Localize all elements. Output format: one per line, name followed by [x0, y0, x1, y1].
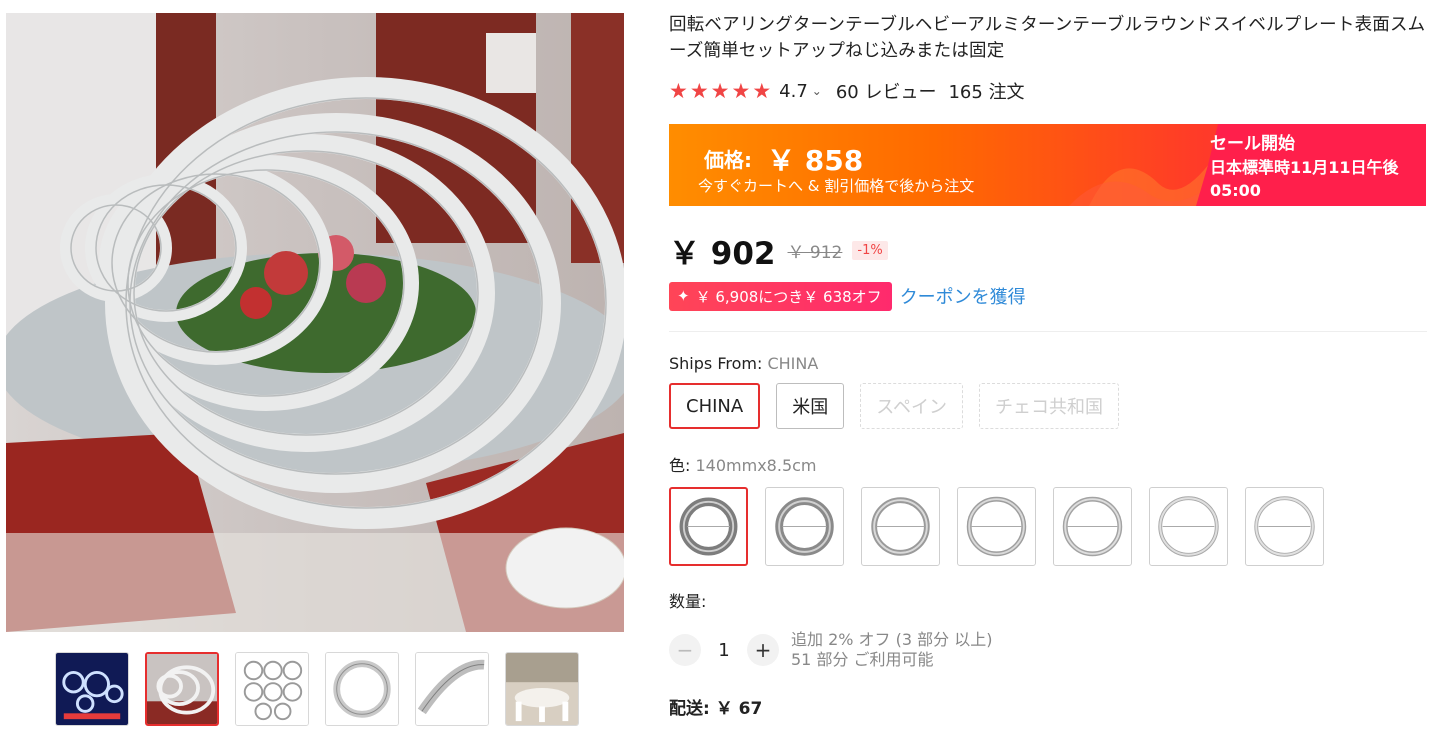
promo-wave-decoration: [1069, 164, 1219, 206]
color-swatch[interactable]: [1053, 487, 1132, 566]
quantity-plus-button[interactable]: +: [747, 634, 779, 666]
chevron-down-icon[interactable]: ⌄: [812, 84, 822, 98]
availability-text: 51 部分 ご利用可能: [791, 650, 934, 669]
star-icon: ★: [731, 79, 751, 103]
ships-from-value: CHINA: [767, 354, 819, 373]
sale-start-date: 日本標準時11月11日午後05:00: [1210, 158, 1399, 200]
thumbnail-size-chart[interactable]: [235, 652, 309, 726]
quantity-stepper: − 1 + 追加 2% オフ (3 部分 以上) 51 部分 ご利用可能: [669, 630, 1427, 670]
color-swatch[interactable]: [957, 487, 1036, 566]
star-icon: ★: [669, 79, 688, 103]
promo-price-value: ￥ 858: [767, 144, 864, 177]
price-row: ￥ 902 ￥ 912 -1%: [669, 230, 1427, 272]
ship-option-czech: チェコ共和国: [978, 383, 1119, 429]
rating-row: ★ ★ ★ ★ ★ 4.7 ⌄ 60 レビュー 165 注文: [669, 79, 1427, 103]
product-details: 回転ベアリングターンテーブルヘビーアルミターンテーブルラウンドスイベルプレート表…: [669, 12, 1427, 719]
ships-from-title: Ships From:: [669, 354, 763, 373]
quantity-label: 数量:: [669, 592, 707, 611]
color-swatches: [669, 487, 1427, 566]
promo-subtext: 今すぐカートへ & 割引価格で後から注文: [698, 177, 975, 195]
color-swatch[interactable]: [1149, 487, 1228, 566]
coupon-icon: ✦: [677, 287, 690, 305]
ships-from-options: CHINA 米国 スペイン チェコ共和国: [669, 383, 1427, 429]
orders-count: 165 注文: [948, 82, 1025, 103]
quantity-minus-button[interactable]: −: [669, 634, 701, 666]
ship-option-spain: スペイン: [860, 383, 963, 429]
turntable-photo: [6, 13, 624, 632]
reviews-link[interactable]: 60 レビュー: [836, 78, 937, 104]
coupon-text: ￥ 6,908につき￥ 638オフ: [695, 287, 882, 306]
sale-promo-banner: 価格: ￥ 858 今すぐカートへ & 割引価格で後から注文 セール開始 日本標…: [669, 124, 1426, 206]
thumbnail-product-collage[interactable]: [55, 652, 129, 726]
color-label: 色: 140mmx8.5cm: [669, 452, 1427, 476]
color-value: 140mmx8.5cm: [695, 456, 817, 475]
bulk-discount-text: 追加 2% オフ (3 部分 以上): [791, 630, 993, 649]
promo-price-label: 価格:: [704, 148, 752, 172]
rating-stars: ★ ★ ★ ★ ★: [669, 80, 771, 102]
original-price: ￥ 912: [787, 242, 843, 263]
ships-from-label: Ships From: CHINA: [669, 354, 1427, 373]
star-icon: ★: [710, 79, 730, 103]
coupon-row: ✦ ￥ 6,908につき￥ 638オフ クーポンを獲得: [669, 281, 1427, 311]
color-swatch[interactable]: [669, 487, 748, 566]
star-icon: ★: [752, 79, 772, 103]
thumbnail-strip: [55, 652, 579, 726]
sale-start-title: セール開始: [1210, 134, 1295, 154]
ship-option-usa[interactable]: 米国: [776, 383, 845, 429]
color-title: 色:: [669, 456, 691, 475]
main-product-image: [6, 13, 624, 632]
thumbnail-ring-detail[interactable]: [415, 652, 489, 726]
color-swatch[interactable]: [861, 487, 940, 566]
color-swatch[interactable]: [765, 487, 844, 566]
quantity-value[interactable]: 1: [701, 640, 747, 661]
product-title: 回転ベアリングターンテーブルヘビーアルミターンテーブルラウンドスイベルプレート表…: [669, 15, 1426, 61]
star-icon: ★: [689, 79, 709, 103]
coupon-badge: ✦ ￥ 6,908につき￥ 638オフ: [669, 281, 892, 311]
current-price: ￥ 902: [669, 235, 776, 272]
quantity-info: 追加 2% オフ (3 部分 以上) 51 部分 ご利用可能: [791, 630, 992, 670]
ship-option-china[interactable]: CHINA: [669, 383, 761, 429]
thumbnail-dining-room[interactable]: [505, 652, 579, 726]
get-coupon-link[interactable]: クーポンを獲得: [900, 283, 1026, 309]
discount-badge: -1%: [852, 240, 888, 260]
shipping-fee: 配送: ￥ 67: [669, 699, 763, 719]
divider: [669, 331, 1427, 332]
thumbnail-stacked-rings[interactable]: [145, 652, 219, 726]
thumbnail-single-ring[interactable]: [325, 652, 399, 726]
color-swatch[interactable]: [1245, 487, 1324, 566]
rating-value[interactable]: 4.7: [779, 81, 808, 102]
